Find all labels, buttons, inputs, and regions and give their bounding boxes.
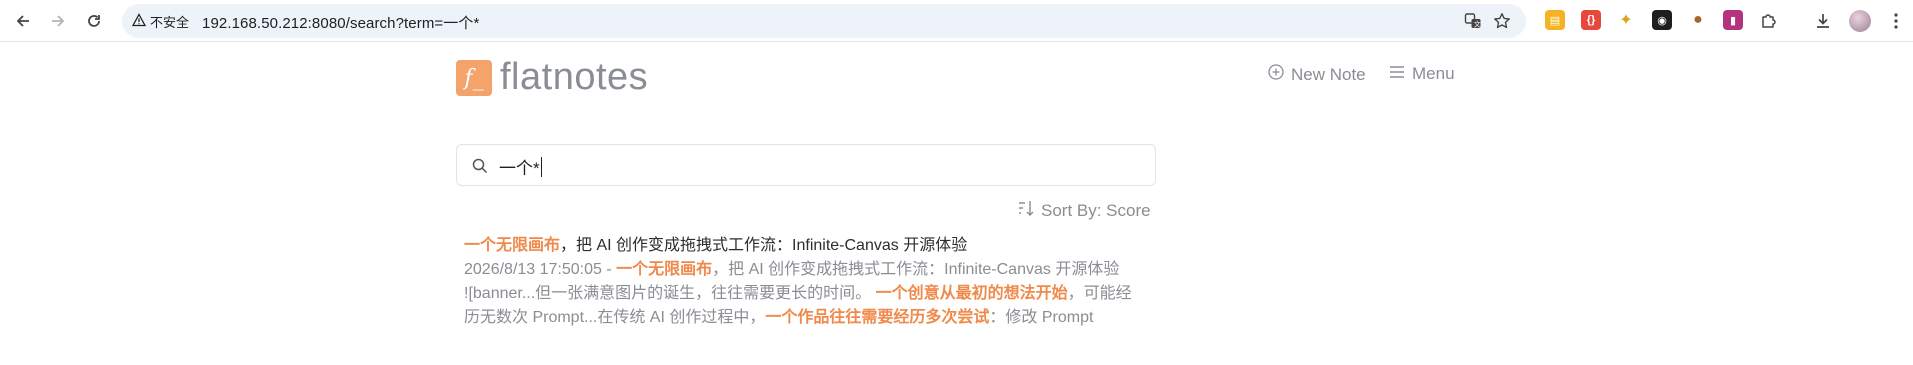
- bookmark-star-icon[interactable]: [1491, 10, 1513, 32]
- extension-json-icon[interactable]: {}: [1581, 10, 1601, 30]
- extension-clipboard-icon[interactable]: ▮: [1723, 10, 1743, 30]
- plus-circle-icon: [1268, 64, 1284, 85]
- sort-button[interactable]: Sort By: Score: [1017, 199, 1151, 222]
- reload-icon[interactable]: [81, 8, 107, 34]
- profile-avatar[interactable]: [1847, 8, 1873, 34]
- download-icon[interactable]: [1810, 8, 1836, 34]
- snippet-line: ![banner...但一张满意图片的诞生，往往需要更长的时间。 一个创意从最初…: [464, 285, 1132, 302]
- text-caret: [540, 157, 542, 177]
- new-note-label: New Note: [1291, 64, 1366, 84]
- sort-icon: [1017, 199, 1035, 222]
- extensions-puzzle-icon[interactable]: [1756, 8, 1782, 34]
- search-icon: [471, 157, 489, 175]
- translate-icon[interactable]: 文: [1462, 10, 1484, 32]
- app-logo-icon[interactable]: f_: [456, 60, 492, 96]
- hamburger-icon: [1389, 64, 1405, 84]
- snippet-line: 历无数次 Prompt...在传统 AI 创作过程中，一个作品往往需要经历多次尝…: [464, 309, 1094, 326]
- security-label: 不安全: [150, 15, 190, 30]
- browser-menu-icon[interactable]: [1883, 8, 1909, 34]
- back-icon[interactable]: [10, 8, 36, 34]
- result-snippet: 2026/8/13 17:50:05 - 一个无限画布，把 AI 创作变成拖拽式…: [464, 258, 1154, 330]
- forward-icon[interactable]: [45, 8, 71, 34]
- new-note-button[interactable]: New Note: [1268, 64, 1366, 85]
- security-indicator[interactable]: 不安全: [131, 12, 190, 31]
- menu-label: Menu: [1412, 64, 1455, 83]
- browser-toolbar: 不安全 192.168.50.212:8080/search?term=一个* …: [0, 0, 1913, 42]
- svg-text:文: 文: [1474, 20, 1481, 29]
- search-result[interactable]: 一个无限画布，把 AI 创作变成拖拽式工作流：Infinite-Canvas 开…: [464, 234, 1154, 330]
- extension-cookie-icon[interactable]: ●: [1688, 10, 1708, 30]
- snippet-line: 2026/8/13 17:50:05 - 一个无限画布，把 AI 创作变成拖拽式…: [464, 261, 1120, 278]
- extension-notes-icon[interactable]: ▤: [1545, 10, 1565, 30]
- result-title[interactable]: 一个无限画布，把 AI 创作变成拖拽式工作流：Infinite-Canvas 开…: [464, 234, 1154, 258]
- url-text[interactable]: 192.168.50.212:8080/search?term=一个*: [202, 12, 479, 33]
- search-input-value[interactable]: 一个*: [499, 154, 542, 179]
- menu-button[interactable]: Menu: [1389, 64, 1455, 84]
- search-input[interactable]: 一个*: [456, 144, 1156, 186]
- app-name[interactable]: flatnotes: [500, 56, 648, 99]
- warning-icon: [131, 13, 147, 30]
- extension-bee-icon[interactable]: ✦: [1616, 10, 1636, 30]
- address-bar[interactable]: 不安全 192.168.50.212:8080/search?term=一个* …: [122, 4, 1526, 38]
- extension-eye-icon[interactable]: ◉: [1652, 10, 1672, 30]
- sort-label: Sort By: Score: [1041, 200, 1151, 220]
